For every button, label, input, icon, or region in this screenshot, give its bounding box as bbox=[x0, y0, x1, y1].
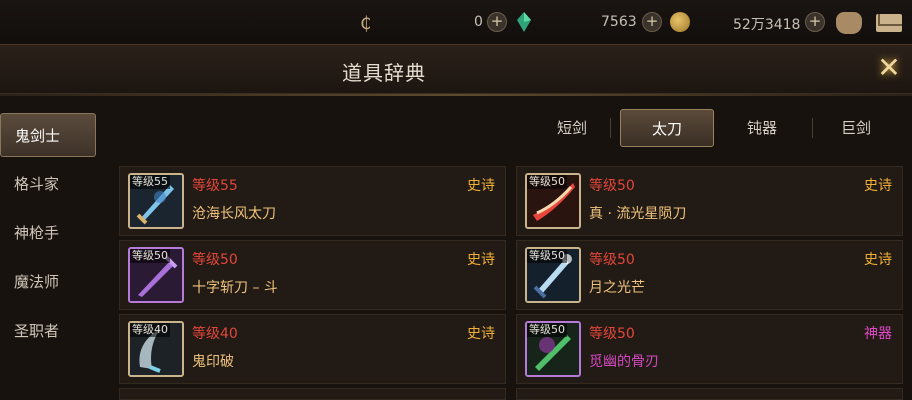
moonlight-blade-icon: 等级50 bbox=[525, 247, 581, 303]
add-gem-plus-icon[interactable]: + bbox=[487, 12, 507, 32]
item-row[interactable]: 等级50 等级50 月之光芒 史诗 bbox=[516, 240, 903, 310]
c-currency-icon: ₵ bbox=[360, 13, 372, 34]
mail-icon[interactable] bbox=[876, 14, 902, 32]
currency-value-gem: 0 bbox=[474, 14, 483, 30]
gold-coin-icon bbox=[670, 12, 690, 32]
item-name: 沧海长风太刀 bbox=[192, 206, 276, 222]
level-tag: 等级50 bbox=[527, 249, 567, 263]
level-tag: 等级50 bbox=[130, 249, 170, 263]
item-rarity: 史诗 bbox=[467, 178, 495, 194]
tab-short-sword[interactable]: 短剑 bbox=[540, 109, 604, 147]
item-name: 十字斩刀 – 斗 bbox=[192, 280, 278, 296]
tab-divider bbox=[610, 118, 611, 138]
item-level: 等级50 bbox=[192, 252, 238, 268]
bag-icon[interactable] bbox=[836, 12, 862, 34]
flame-katana-icon: 等级50 bbox=[525, 173, 581, 229]
class-item-priest[interactable]: 圣职者 bbox=[0, 309, 96, 353]
bone-blade-icon: 等级50 bbox=[525, 321, 581, 377]
item-row[interactable]: 等级55 等级55 沧海长风太刀 史诗 bbox=[119, 166, 506, 236]
blue-katana-icon: 等级55 bbox=[128, 173, 184, 229]
currency-value-gold: 52万3418 bbox=[733, 17, 801, 33]
green-gem-icon bbox=[517, 12, 531, 32]
item-rarity: 神器 bbox=[864, 326, 892, 342]
purple-katana-icon: 等级50 bbox=[128, 247, 184, 303]
tab-katana[interactable]: 太刀 bbox=[620, 109, 714, 147]
close-icon[interactable]: ✕ bbox=[873, 52, 905, 84]
tab-blunt[interactable]: 钝器 bbox=[724, 109, 800, 147]
item-level: 等级40 bbox=[192, 326, 238, 342]
level-tag: 等级55 bbox=[130, 175, 170, 189]
item-name: 鬼印破 bbox=[192, 354, 234, 370]
item-level: 等级50 bbox=[589, 178, 635, 194]
item-rarity: 史诗 bbox=[864, 178, 892, 194]
tab-divider bbox=[812, 118, 813, 138]
level-tag: 等级50 bbox=[527, 323, 567, 337]
class-item-gunner[interactable]: 神枪手 bbox=[0, 211, 96, 255]
item-row[interactable]: 等级50 等级50 觅幽的骨刃 神器 bbox=[516, 314, 903, 384]
add-coin-plus-icon[interactable]: + bbox=[642, 12, 662, 32]
class-item-fighter[interactable]: 格斗家 bbox=[0, 162, 96, 206]
page-title: 道具辞典 bbox=[342, 61, 426, 85]
header-divider bbox=[0, 94, 912, 96]
currency-value-coin: 7563 bbox=[601, 14, 637, 30]
item-row-partial[interactable] bbox=[119, 388, 506, 400]
curved-blade-icon: 等级40 bbox=[128, 321, 184, 377]
item-level: 等级55 bbox=[192, 178, 238, 194]
item-rarity: 史诗 bbox=[864, 252, 892, 268]
item-name: 月之光芒 bbox=[589, 280, 645, 296]
add-gold-plus-icon[interactable]: + bbox=[805, 12, 825, 32]
item-rarity: 史诗 bbox=[467, 252, 495, 268]
item-level: 等级50 bbox=[589, 326, 635, 342]
item-row[interactable]: 等级50 等级50 十字斩刀 – 斗 史诗 bbox=[119, 240, 506, 310]
item-row[interactable]: 等级50 等级50 真 · 流光星陨刀 史诗 bbox=[516, 166, 903, 236]
item-name: 觅幽的骨刃 bbox=[589, 354, 659, 370]
item-rarity: 史诗 bbox=[467, 326, 495, 342]
level-tag: 等级50 bbox=[527, 175, 567, 189]
class-item-mage[interactable]: 魔法师 bbox=[0, 260, 96, 304]
item-row-partial[interactable] bbox=[516, 388, 903, 400]
item-level: 等级50 bbox=[589, 252, 635, 268]
level-tag: 等级40 bbox=[130, 323, 170, 337]
tab-greatsword[interactable]: 巨剑 bbox=[822, 109, 890, 147]
item-name: 真 · 流光星陨刀 bbox=[589, 206, 687, 222]
class-item-ghost-swordsman[interactable]: 鬼剑士 bbox=[0, 113, 96, 157]
item-row[interactable]: 等级40 等级40 鬼印破 史诗 bbox=[119, 314, 506, 384]
